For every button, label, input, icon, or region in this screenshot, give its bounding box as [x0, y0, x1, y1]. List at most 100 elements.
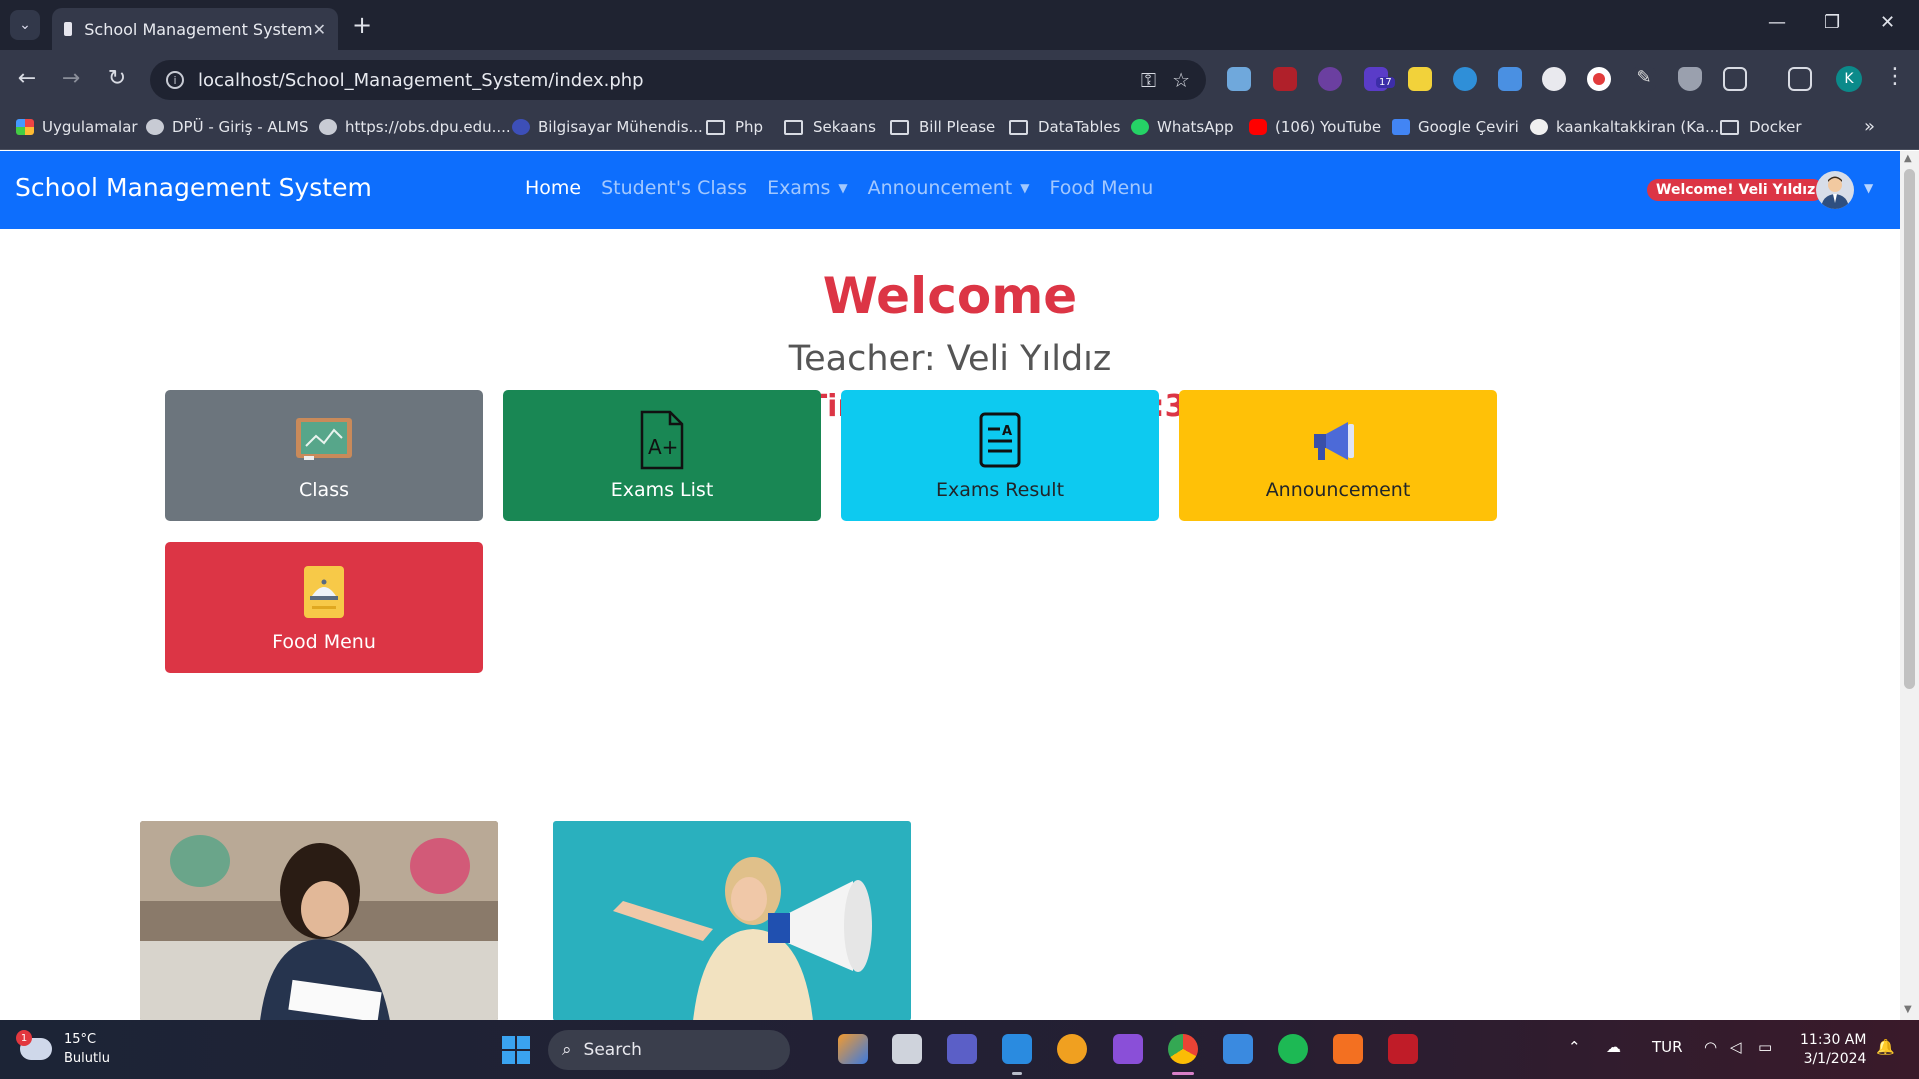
- onedrive-icon[interactable]: ☁: [1606, 1038, 1621, 1056]
- eyedropper-icon[interactable]: ✎: [1632, 67, 1656, 91]
- whatsapp-icon: [1131, 119, 1149, 135]
- minimize-icon[interactable]: —: [1768, 12, 1786, 33]
- reload-icon[interactable]: ↻: [102, 64, 132, 94]
- copilot-app-icon[interactable]: [838, 1034, 868, 1064]
- extension-badge-icon[interactable]: 17: [1364, 67, 1395, 91]
- bookmark-whatsapp[interactable]: WhatsApp: [1131, 118, 1234, 136]
- restore-icon[interactable]: ❐: [1824, 12, 1840, 33]
- taskbar-clock[interactable]: 11:30 AM 3/1/2024: [1800, 1031, 1866, 1069]
- password-key-icon[interactable]: ⚿: [1141, 68, 1156, 92]
- wifi-icon[interactable]: ◠: [1704, 1038, 1717, 1056]
- bookmark-label: DPÜ - Giriş - ALMS: [172, 118, 309, 136]
- scrollbar-thumb[interactable]: [1904, 169, 1915, 689]
- card-exams-list[interactable]: A+ Exams List: [503, 390, 821, 521]
- bookmark-bilgisayar[interactable]: Bilgisayar Mühendis...: [512, 118, 703, 136]
- extension-ublock-icon[interactable]: [1273, 67, 1297, 91]
- search-icon: ⌕: [562, 1040, 572, 1060]
- card-exams-result[interactable]: A Exams Result: [841, 390, 1159, 521]
- bookmark-google-ceviri[interactable]: Google Çeviri: [1392, 118, 1519, 136]
- language-indicator[interactable]: TUR: [1652, 1038, 1683, 1056]
- bookmark-youtube[interactable]: (106) YouTube: [1249, 118, 1381, 136]
- folder-icon: [890, 119, 909, 135]
- page-scrollbar[interactable]: ▲ ▼: [1900, 151, 1919, 1020]
- teams-app-icon[interactable]: [947, 1034, 977, 1064]
- clock-time: 11:30 AM: [1800, 1032, 1867, 1048]
- globe-icon: [319, 119, 337, 135]
- bookmark-php[interactable]: Php: [706, 118, 763, 136]
- bookmark-sekaans[interactable]: Sekaans: [784, 118, 876, 136]
- xampp-app-icon[interactable]: [1333, 1034, 1363, 1064]
- notification-bell-icon[interactable]: 🔔: [1876, 1038, 1895, 1056]
- scroll-down-icon[interactable]: ▼: [1904, 1004, 1912, 1015]
- navbar-brand[interactable]: School Management System: [15, 173, 372, 202]
- nav-link-food-menu[interactable]: Food Menu: [1049, 177, 1153, 199]
- close-window-icon[interactable]: ✕: [1880, 12, 1895, 33]
- more-bookmarks-icon[interactable]: »: [1864, 116, 1875, 137]
- nav-link-home[interactable]: Home: [525, 177, 581, 199]
- volume-icon[interactable]: ◁: [1730, 1038, 1742, 1056]
- university-icon: [512, 119, 530, 135]
- chrome-app-icon[interactable]: [1168, 1034, 1198, 1064]
- extension-circle-icon[interactable]: [1542, 67, 1566, 91]
- battery-icon[interactable]: ▭: [1758, 1038, 1772, 1056]
- extension-wave-icon[interactable]: [1453, 67, 1477, 91]
- site-info-icon[interactable]: i: [166, 71, 184, 89]
- nav-link-announcement[interactable]: Announcement ▼: [868, 177, 1030, 199]
- card-class[interactable]: Class: [165, 390, 483, 521]
- exam-grade-icon: A+: [632, 410, 692, 469]
- weather-temp: 15°C: [64, 1032, 97, 1047]
- bookmark-dpu-alms[interactable]: DPÜ - Giriş - ALMS: [146, 118, 309, 136]
- extension-shield-icon[interactable]: [1678, 67, 1702, 91]
- nav-link-exams[interactable]: Exams ▼: [767, 177, 848, 199]
- user-menu-caret-icon[interactable]: ▼: [1864, 181, 1873, 195]
- file-explorer-app-icon[interactable]: [892, 1034, 922, 1064]
- card-announcement[interactable]: Announcement: [1179, 390, 1497, 521]
- welcome-badge: Welcome! Veli Yıldız: [1647, 179, 1825, 201]
- teacher-name: Teacher: Veli Yıldız: [788, 339, 1112, 379]
- tab-close-icon[interactable]: ✕: [313, 20, 326, 39]
- bookmark-docker[interactable]: Docker: [1720, 118, 1802, 136]
- extensions-puzzle-icon[interactable]: [1723, 67, 1747, 91]
- bookmark-star-icon[interactable]: ☆: [1172, 68, 1190, 92]
- card-food-menu[interactable]: Food Menu: [165, 542, 483, 673]
- tab-search-icon[interactable]: ⌄: [10, 10, 40, 40]
- tray-expand-icon[interactable]: ⌃: [1568, 1038, 1581, 1056]
- bookmarks-bar: Uygulamalar DPÜ - Giriş - ALMS https://o…: [0, 108, 1919, 150]
- sql-app-icon[interactable]: [1388, 1034, 1418, 1064]
- bookmark-apps[interactable]: Uygulamalar: [16, 118, 138, 136]
- browser-tab[interactable]: School Management System ✕: [52, 8, 338, 50]
- user-avatar[interactable]: [1816, 171, 1854, 209]
- cloud-icon: 1: [16, 1030, 52, 1060]
- weather-widget[interactable]: 1 15°C Bulutlu: [16, 1030, 110, 1068]
- extension-pen-icon[interactable]: [1227, 67, 1251, 91]
- extension-w-icon[interactable]: [1408, 67, 1432, 91]
- extension-doc-icon[interactable]: [1498, 67, 1522, 91]
- new-tab-icon[interactable]: +: [352, 10, 372, 40]
- scroll-up-icon[interactable]: ▲: [1904, 153, 1912, 164]
- bookmark-obs-dpu[interactable]: https://obs.dpu.edu....: [319, 118, 511, 136]
- profile-avatar[interactable]: K: [1836, 66, 1862, 92]
- clock-date: 3/1/2024: [1803, 1051, 1867, 1067]
- extension-record-icon[interactable]: [1587, 67, 1611, 91]
- mail-app-icon[interactable]: [1057, 1034, 1087, 1064]
- bookmark-label: Sekaans: [813, 118, 876, 136]
- bookmark-label: Uygulamalar: [42, 118, 138, 136]
- url-text[interactable]: localhost/School_Management_System/index…: [198, 70, 1125, 91]
- back-icon[interactable]: ←: [12, 64, 42, 94]
- bookmark-github[interactable]: kaankaltakkiran (Ka...: [1530, 118, 1719, 136]
- extension-code-icon[interactable]: [1318, 67, 1342, 91]
- visual-studio-app-icon[interactable]: [1113, 1034, 1143, 1064]
- windows-start-icon[interactable]: [502, 1036, 530, 1064]
- bookmark-datatables[interactable]: DataTables: [1009, 118, 1120, 136]
- browser-menu-icon[interactable]: ⋮: [1884, 64, 1906, 89]
- outlook-app-icon[interactable]: [1223, 1034, 1253, 1064]
- nav-link-students-class[interactable]: Student's Class: [601, 177, 747, 199]
- side-panel-icon[interactable]: [1788, 67, 1812, 91]
- taskbar-search[interactable]: ⌕ Search: [548, 1030, 790, 1070]
- address-bar[interactable]: i localhost/School_Management_System/ind…: [150, 60, 1206, 100]
- bookmark-label: Php: [735, 118, 764, 136]
- forward-icon[interactable]: →: [56, 64, 86, 94]
- bookmark-bill-please[interactable]: Bill Please: [890, 118, 995, 136]
- vscode-app-icon[interactable]: [1002, 1034, 1032, 1064]
- spotify-app-icon[interactable]: [1278, 1034, 1308, 1064]
